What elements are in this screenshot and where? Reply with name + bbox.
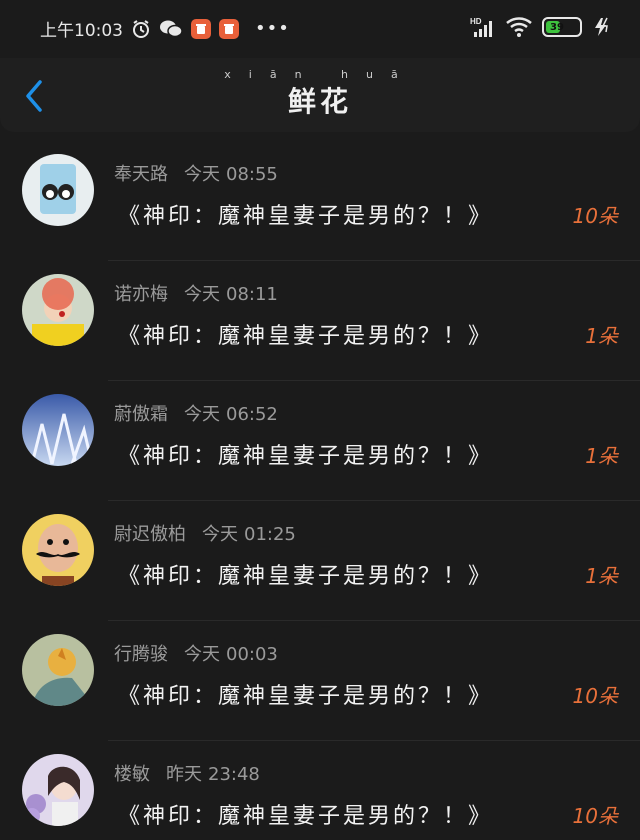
battery-icon: 39 (542, 17, 582, 37)
send-time: 08:55 (226, 164, 278, 185)
app-notification-icon (219, 18, 239, 39)
list-item-meta: 诺亦梅 今天 08:11 (114, 280, 278, 306)
wechat-icon (159, 19, 183, 39)
flower-list: 奉天路 今天 08:55 《神印：魔神皇妻子是男的？！》 10朵 诺亦梅 今天 08:1… (0, 140, 640, 840)
flower-count: 10朵 (572, 684, 618, 708)
list-item[interactable]: 楼敏 昨天 23:48 《神印：魔神皇妻子是男的？！》 10朵 (0, 740, 640, 840)
send-date: 今天 (184, 644, 220, 665)
book-title: 《神印：魔神皇妻子是男的？！》 (118, 684, 494, 709)
send-date: 昨天 (166, 764, 202, 785)
more-notifications-icon: ••• (255, 18, 290, 39)
signal-icon: HD (470, 16, 496, 38)
list-item-meta: 行腾骏 今天 00:03 (114, 640, 278, 666)
book-title: 《神印：魔神皇妻子是男的？！》 (118, 564, 494, 589)
avatar[interactable] (22, 754, 94, 826)
charging-icon (592, 17, 612, 37)
send-time: 23:48 (208, 764, 260, 785)
flower-count: 1朵 (585, 564, 618, 588)
flower-count: 10朵 (572, 804, 618, 828)
send-time: 01:25 (244, 524, 296, 545)
list-item-meta: 楼敏 昨天 23:48 (114, 760, 260, 786)
svg-text:HD: HD (470, 17, 482, 26)
avatar[interactable] (22, 394, 94, 466)
avatar[interactable] (22, 514, 94, 586)
avatar[interactable] (22, 274, 94, 346)
list-item-meta: 奉天路 今天 08:55 (114, 160, 278, 186)
flower-count: 1朵 (585, 444, 618, 468)
page-title: 鲜花 (287, 85, 352, 118)
avatar[interactable] (22, 634, 94, 706)
send-date: 今天 (184, 164, 220, 185)
sender-name: 诺亦梅 (114, 284, 168, 305)
sender-name: 楼敏 (114, 764, 150, 785)
book-title: 《神印：魔神皇妻子是男的？！》 (118, 444, 494, 469)
status-bar: 上午10:03 ••• HD 39 (0, 0, 640, 58)
sender-name: 尉迟傲柏 (114, 524, 186, 545)
battery-percent: 39 (550, 21, 564, 33)
alarm-icon (131, 19, 151, 39)
book-title: 《神印：魔神皇妻子是男的？！》 (118, 804, 494, 829)
status-time: 上午10:03 (40, 21, 123, 41)
send-time: 08:11 (226, 284, 278, 305)
send-time: 06:52 (226, 404, 278, 425)
avatar[interactable] (22, 154, 94, 226)
list-item-meta: 蔚傲霜 今天 06:52 (114, 400, 278, 426)
app-notification-icon (191, 18, 211, 39)
sender-name: 行腾骏 (114, 644, 168, 665)
sender-name: 奉天路 (114, 164, 168, 185)
send-date: 今天 (184, 284, 220, 305)
book-title: 《神印：魔神皇妻子是男的？！》 (118, 204, 494, 229)
list-item[interactable]: 诺亦梅 今天 08:11 《神印：魔神皇妻子是男的？！》 1朵 (0, 260, 640, 380)
send-date: 今天 (184, 404, 220, 425)
list-item[interactable]: 奉天路 今天 08:55 《神印：魔神皇妻子是男的？！》 10朵 (0, 140, 640, 260)
header: xiān huā 鲜花 (0, 58, 640, 132)
sender-name: 蔚傲霜 (114, 404, 168, 425)
list-item-meta: 尉迟傲柏 今天 01:25 (114, 520, 296, 546)
send-date: 今天 (202, 524, 238, 545)
book-title: 《神印：魔神皇妻子是男的？！》 (118, 324, 494, 349)
list-item[interactable]: 尉迟傲柏 今天 01:25 《神印：魔神皇妻子是男的？！》 1朵 (0, 500, 640, 620)
list-item[interactable]: 行腾骏 今天 00:03 《神印：魔神皇妻子是男的？！》 10朵 (0, 620, 640, 740)
flower-count: 1朵 (585, 324, 618, 348)
list-item[interactable]: 蔚傲霜 今天 06:52 《神印：魔神皇妻子是男的？！》 1朵 (0, 380, 640, 500)
flower-count: 10朵 (572, 204, 618, 228)
send-time: 00:03 (226, 644, 278, 665)
wifi-icon (506, 17, 532, 37)
